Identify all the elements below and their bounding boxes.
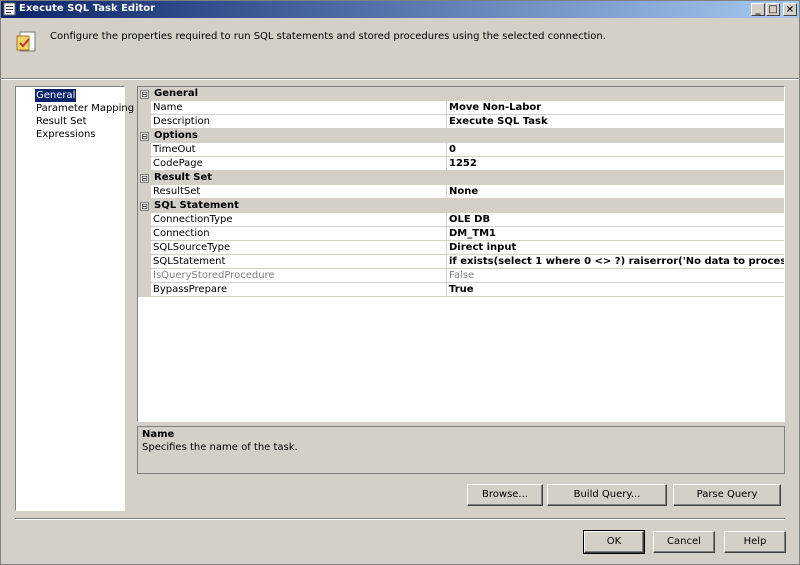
cancel-button[interactable]: Cancel [653,531,715,553]
collapse-icon[interactable]: ⊟ [140,174,149,183]
property-name: Description [151,115,447,129]
close-button[interactable]: × [783,3,797,16]
property-row-resultset[interactable]: ResultSet None [138,185,784,199]
parse-query-button[interactable]: Parse Query [673,484,781,506]
property-name: Connection [151,227,447,241]
category-sql-statement: ⊟ SQL Statement [138,199,784,213]
property-description-panel: Name Specifies the name of the task. [137,426,785,474]
property-name: SQLSourceType [151,241,447,255]
help-button[interactable]: Help [724,531,786,553]
window-title: Execute SQL Task Editor [19,3,156,14]
property-value[interactable]: True [447,283,784,297]
header-description: Configure the properties required to run… [50,31,606,42]
row-gutter [138,185,151,199]
property-name: Name [151,101,447,115]
browse-button[interactable]: Browse... [467,484,543,506]
row-gutter [138,227,151,241]
property-grid: ⊟ General Name Move Non-Labor Descriptio… [137,86,785,422]
property-row-connectiontype[interactable]: ConnectionType OLE DB [138,213,784,227]
row-gutter [138,101,151,115]
description-title: Name [142,429,175,440]
collapse-icon[interactable]: ⊟ [140,202,149,211]
property-row-timeout[interactable]: TimeOut 0 [138,143,784,157]
property-row-connection[interactable]: Connection DM_TM1 [138,227,784,241]
row-gutter [138,241,151,255]
title-bar[interactable]: Execute SQL Task Editor _ □ × [1,1,799,18]
minimize-icon: _ [755,4,761,15]
property-value[interactable]: 0 [447,143,784,157]
sql-task-icon [16,31,36,52]
property-value[interactable]: None [447,185,784,199]
row-gutter [138,213,151,227]
maximize-button[interactable]: □ [766,3,780,16]
header-divider [1,78,799,80]
row-gutter [138,269,151,283]
property-name: IsQueryStoredProcedure [151,269,447,283]
property-row-bypassprepare[interactable]: BypassPrepare True [138,283,784,297]
footer-divider [15,518,785,520]
category-label: Options [154,130,198,141]
sidebar-item-general[interactable]: General [35,89,77,102]
collapse-icon[interactable]: ⊟ [140,90,149,99]
property-row-isquerystoredprocedure: IsQueryStoredProcedure False [138,269,784,283]
row-gutter [138,143,151,157]
page-navigation-list: General Parameter Mapping Result Set Exp… [15,86,134,511]
sidebar-item-parameter-mapping[interactable]: Parameter Mapping [35,102,134,115]
description-text: Specifies the name of the task. [142,442,298,453]
property-name: SQLStatement [151,255,447,269]
property-value: False [447,269,784,283]
task-editor-icon [3,2,16,16]
minimize-button[interactable]: _ [751,3,765,16]
sidebar-item-expressions[interactable]: Expressions [35,128,124,141]
category-options: ⊟ Options [138,129,784,143]
property-value[interactable]: DM_TM1 [447,227,784,241]
close-icon: × [785,4,795,15]
property-value[interactable]: if exists(select 1 where 0 <> ?) raiserr… [447,255,784,269]
property-value[interactable]: 1252 [447,157,784,171]
property-name: ConnectionType [151,213,447,227]
category-label: General [154,88,198,99]
property-row-name[interactable]: Name Move Non-Labor [138,101,784,115]
property-value[interactable]: OLE DB [447,213,784,227]
property-value[interactable]: Move Non-Labor [447,101,784,115]
header-panel: Configure the properties required to run… [1,18,799,80]
category-result-set: ⊟ Result Set [138,171,784,185]
property-name: ResultSet [151,185,447,199]
property-row-sqlsourcetype[interactable]: SQLSourceType Direct input [138,241,784,255]
property-value[interactable]: Execute SQL Task [447,115,784,129]
category-label: SQL Statement [154,200,239,211]
build-query-button[interactable]: Build Query... [547,484,667,506]
sidebar-item-result-set[interactable]: Result Set [35,115,124,128]
ok-button[interactable]: OK [583,530,645,554]
dialog-window: Execute SQL Task Editor _ □ × Configure … [0,0,800,565]
row-gutter [138,283,151,297]
property-row-sqlstatement[interactable]: SQLStatement if exists(select 1 where 0 … [138,255,784,269]
property-row-codepage[interactable]: CodePage 1252 [138,157,784,171]
property-name: BypassPrepare [151,283,447,297]
property-name: TimeOut [151,143,447,157]
category-general: ⊟ General [138,87,784,101]
maximize-icon: □ [768,4,778,15]
property-name: CodePage [151,157,447,171]
row-gutter [138,157,151,171]
property-row-description[interactable]: Description Execute SQL Task [138,115,784,129]
row-gutter [138,255,151,269]
row-gutter [138,115,151,129]
category-label: Result Set [154,172,213,183]
collapse-icon[interactable]: ⊟ [140,132,149,141]
property-value[interactable]: Direct input [447,241,784,255]
